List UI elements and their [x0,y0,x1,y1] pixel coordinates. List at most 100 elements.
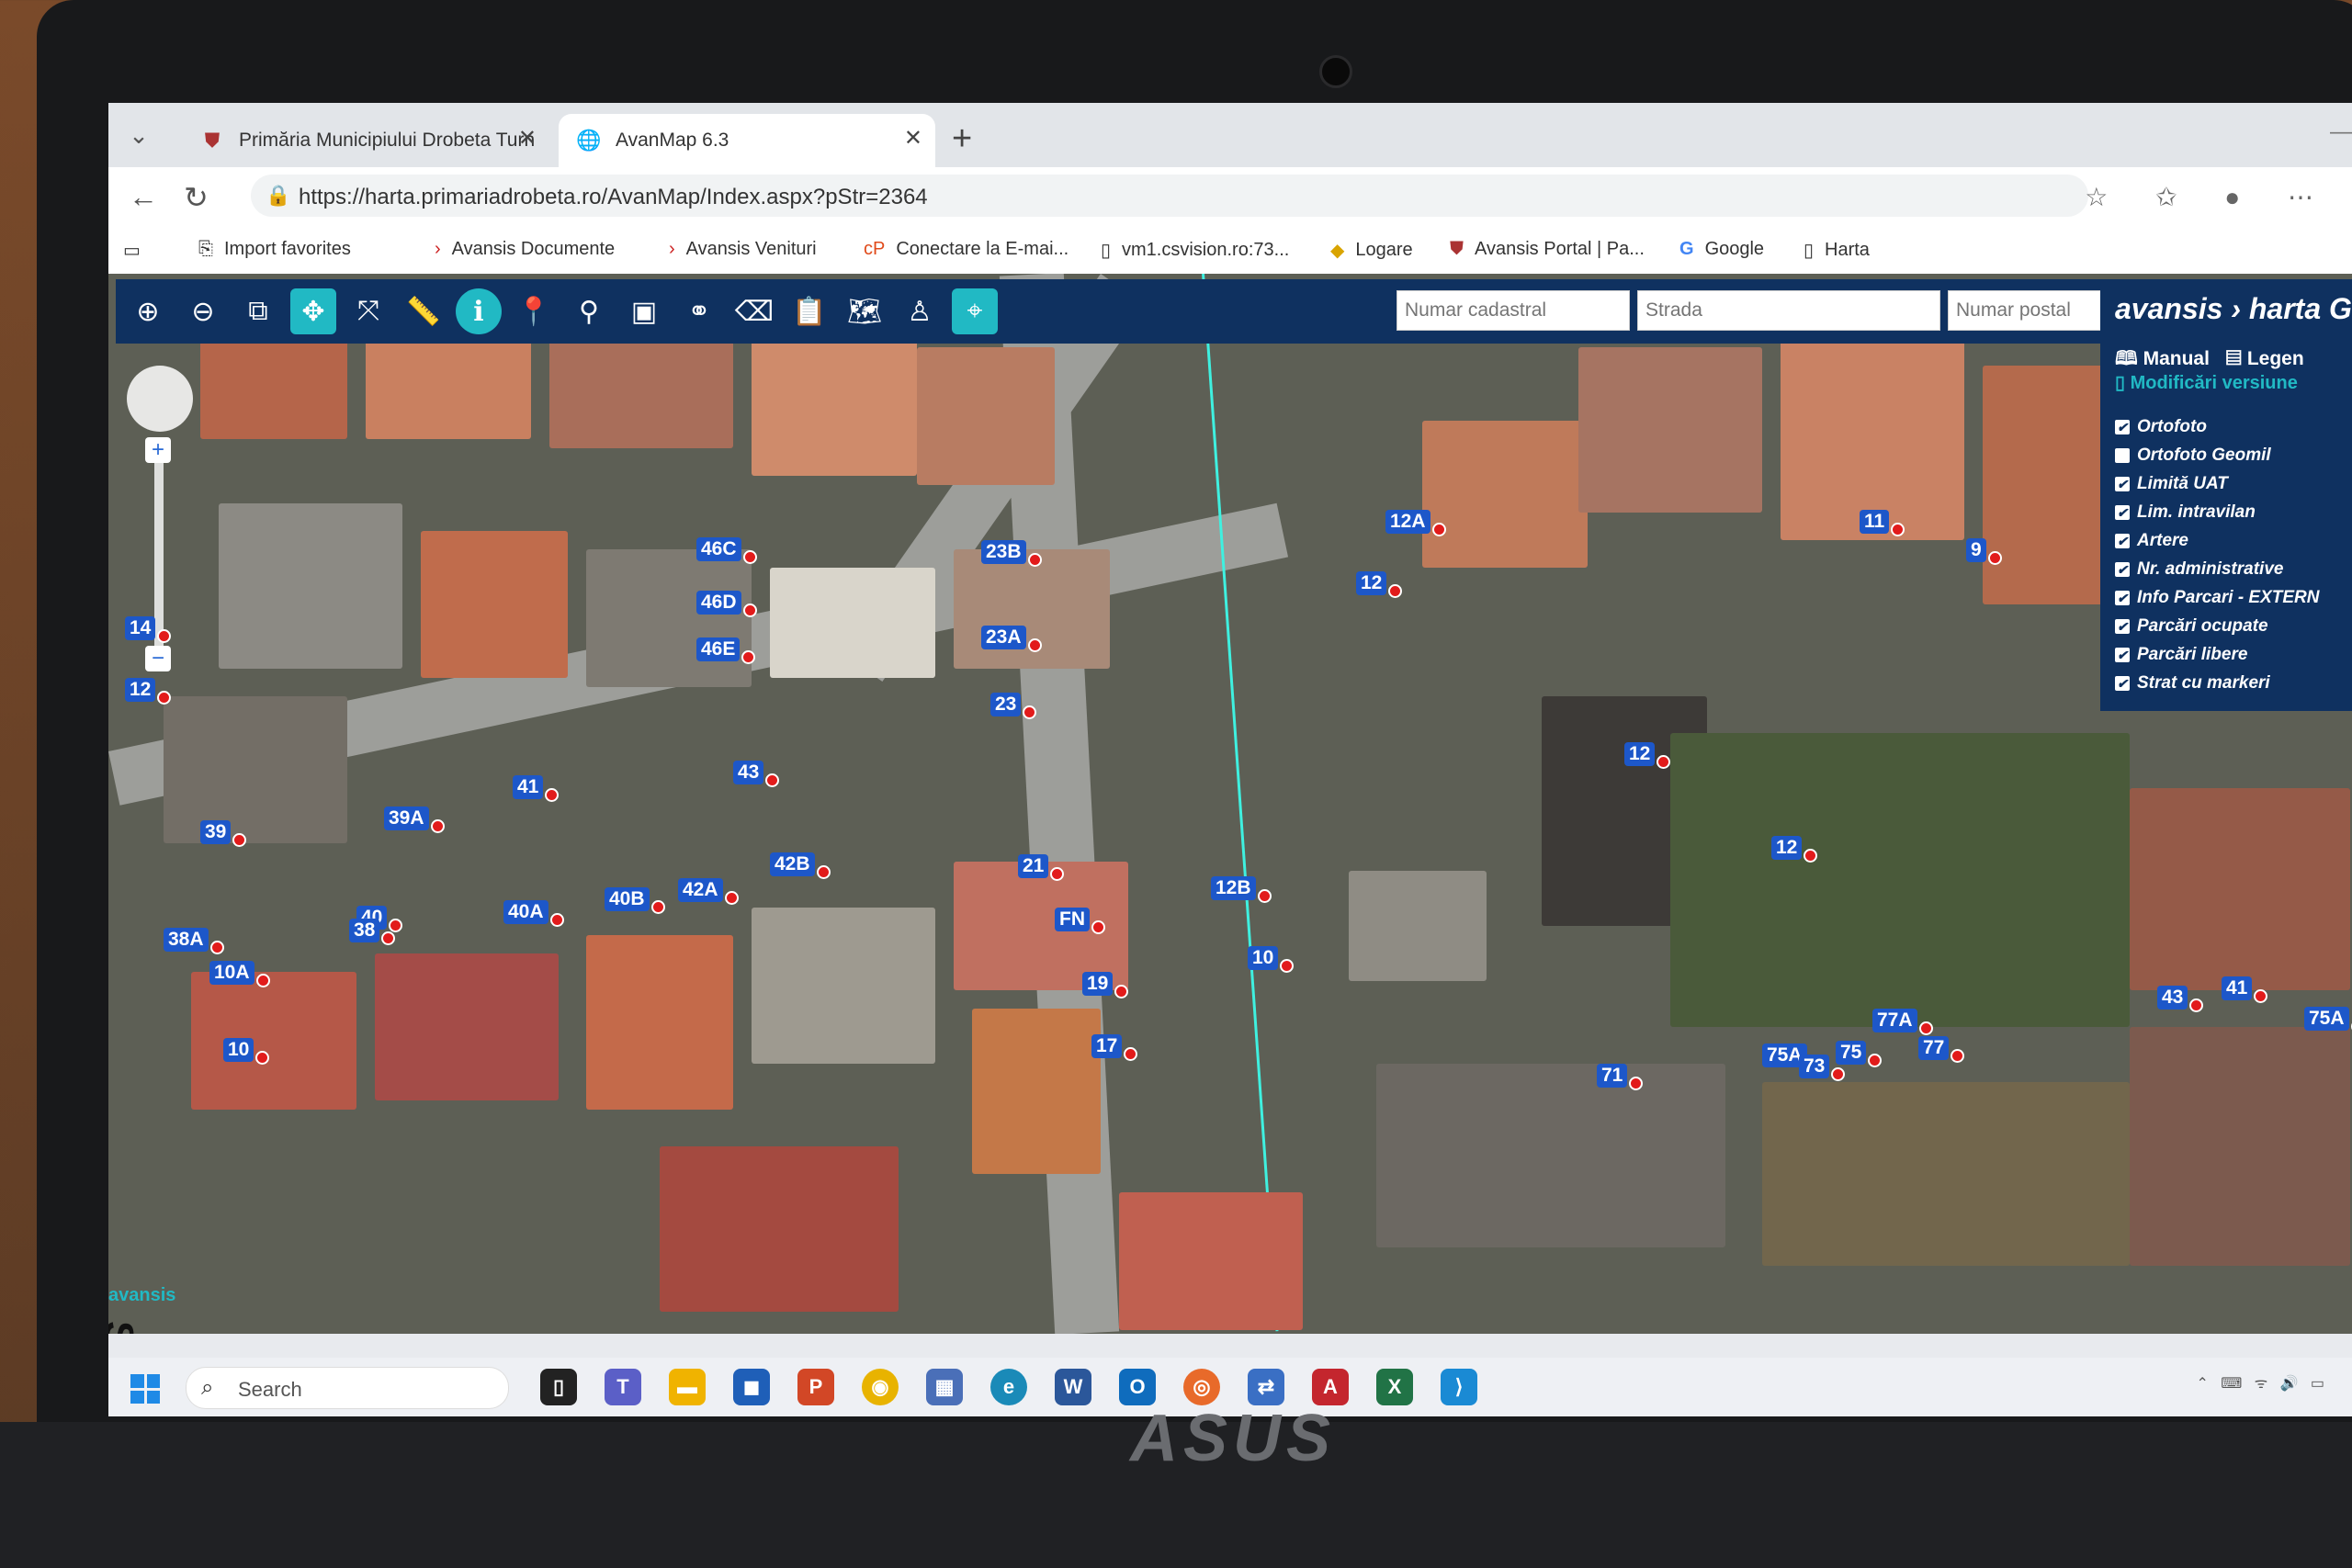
address-marker[interactable]: 17 [1091,1031,1138,1061]
locate-pin-icon[interactable]: ⚲ [566,288,612,334]
vscode-icon[interactable]: ⟩ [1441,1369,1477,1405]
info-icon[interactable]: ℹ [456,288,502,334]
windows-start-icon[interactable] [130,1374,160,1404]
clipboard-icon[interactable]: 📋 [786,288,832,334]
bookmark-email[interactable]: cP Conectare la E-mai... [864,239,1069,260]
checkbox[interactable]: ✔ [2115,676,2130,691]
address-marker[interactable]: 41 [2222,973,2268,1003]
full-extent-icon[interactable]: ⤧ [345,288,391,334]
eraser-icon[interactable]: ⌫ [731,288,777,334]
changes-link[interactable]: ▯ Modificări versiune [2115,371,2298,394]
checkbox[interactable]: ✔ [2115,648,2130,662]
street-view-icon[interactable]: ♙ [897,288,943,334]
zoom-minus-button[interactable]: − [145,646,171,671]
address-marker[interactable]: 12 [1624,739,1671,769]
edge-icon[interactable]: e [990,1369,1027,1405]
taskbar-search[interactable]: ⌕ Search [186,1367,509,1409]
map-image-icon[interactable]: ▣ [621,288,667,334]
excel-icon[interactable]: X [1376,1369,1413,1405]
layer-toggle[interactable]: ✔ Info Parcari - EXTERN [2115,588,2320,608]
layer-toggle[interactable]: ✔ Ortofoto [2115,417,2207,437]
tab-primaria[interactable]: ⛊ Primăria Municipiului Drobeta Turn ✕ [182,114,549,167]
tab-avanmap[interactable]: 🌐 AvanMap 6.3 ✕ [559,114,935,167]
address-marker[interactable]: 12 [1771,832,1818,863]
address-marker[interactable]: 39A [384,803,445,833]
address-marker[interactable]: 38 [349,915,396,945]
new-tab-icon[interactable]: + [952,119,972,159]
bookmark-harta[interactable]: ▯ Harta [1804,239,1870,262]
checkbox[interactable]: ✔ [2115,591,2130,605]
layer-toggle[interactable]: Ortofoto Geomil [2115,446,2271,466]
address-marker[interactable]: 43 [733,757,780,787]
layer-toggle[interactable]: ✔ Strat cu markeri [2115,673,2270,694]
layer-toggle[interactable]: ✔ Artere [2115,531,2188,551]
address-marker[interactable]: 12B [1211,873,1272,903]
pan-control[interactable] [127,366,193,432]
address-marker[interactable]: 42B [770,849,831,879]
system-tray[interactable]: ⌃ ⌨ ᯤ 🔊 ▭ [2197,1372,2325,1393]
url-field[interactable]: 🔒 https://harta.primariadrobeta.ro/AvanM… [251,175,2088,217]
address-marker[interactable]: 75A [2304,1003,2352,1033]
marker-icon[interactable]: 📍 [511,288,557,334]
close-tab-icon[interactable]: ✕ [904,125,922,152]
bookmark-logare[interactable]: ◆ Logare [1330,239,1413,262]
remote-icon[interactable]: ⇄ [1248,1369,1284,1405]
checkbox[interactable]: ✔ [2115,619,2130,634]
bookmark-vm1[interactable]: ▯ vm1.csvision.ro:73... [1101,239,1289,262]
address-marker[interactable]: 46D [696,587,757,617]
address-marker[interactable]: 11 [1860,506,1905,536]
bookmark-import[interactable]: ⎘ Import favorites [198,239,351,260]
address-marker[interactable]: 10 [223,1034,270,1065]
task-view-icon[interactable]: ▯ [540,1369,577,1405]
address-marker[interactable]: 43 [2157,982,2204,1012]
address-marker[interactable]: 12 [125,674,172,705]
layer-toggle[interactable]: ✔ Parcări libere [2115,645,2247,665]
zoom-out-icon[interactable]: ⊖ [180,288,226,334]
refresh-icon[interactable]: ↻ [184,180,209,215]
address-marker[interactable]: 12A [1385,506,1446,536]
address-marker[interactable]: 19 [1082,968,1129,998]
layer-toggle[interactable]: ✔ Limită UAT [2115,474,2228,494]
address-marker[interactable]: 46E [696,634,756,664]
address-marker[interactable]: 23A [981,622,1042,652]
address-marker[interactable]: 77A [1872,1005,1933,1035]
powerpoint-icon[interactable]: P [797,1369,834,1405]
gps-icon[interactable]: ⌖ [952,288,998,334]
chrome-icon[interactable]: ◉ [862,1369,899,1405]
teams-icon[interactable]: T [605,1369,641,1405]
measure-icon[interactable]: 📏 [401,288,447,334]
layer-toggle[interactable]: ✔ Lim. intravilan [2115,502,2256,523]
checkbox[interactable]: ✔ [2115,505,2130,520]
address-marker[interactable]: 40A [503,897,564,927]
binoculars-icon[interactable]: ⚭ [676,288,722,334]
bookmark-google[interactable]: G Google [1679,239,1764,260]
address-marker[interactable]: 40B [605,884,665,914]
map-book-icon[interactable]: 🗺 [842,288,888,334]
checkbox[interactable]: ✔ [2115,534,2130,548]
back-icon[interactable]: ← [129,180,158,214]
sidebar-toggle-icon[interactable]: ▭ [123,239,141,262]
street-input[interactable] [1637,290,1940,331]
address-marker[interactable]: 42A [678,874,739,905]
minimize-icon[interactable]: — [2330,119,2352,145]
address-marker[interactable]: 23B [981,536,1042,567]
map-canvas[interactable]: ⊕ ⊖ ⧉ ✥ ⤧ 📏 ℹ 📍 ⚲ ▣ ⚭ ⌫ 📋 🗺 ♙ ⌖ avansis … [108,274,2352,1334]
pan-icon[interactable]: ✥ [290,288,336,334]
layer-toggle[interactable]: ✔ Parcări ocupate [2115,616,2268,637]
save-icon[interactable]: ▦ [926,1369,963,1405]
address-marker[interactable]: 39 [200,817,247,847]
file-explorer-icon[interactable]: ▬ [669,1369,706,1405]
checkbox[interactable] [2115,448,2130,463]
address-marker[interactable]: 77 [1918,1032,1965,1063]
checkbox[interactable]: ✔ [2115,420,2130,434]
address-marker[interactable]: 71 [1597,1060,1644,1090]
outlook-icon[interactable]: O [1119,1369,1156,1405]
zoom-in-icon[interactable]: ⊕ [125,288,171,334]
lock-icon[interactable]: 🔒 [266,184,290,208]
address-marker[interactable]: 9 [1966,535,2002,565]
checkbox[interactable]: ✔ [2115,477,2130,491]
address-marker[interactable]: 10A [209,957,270,987]
layer-toggle[interactable]: ✔ Nr. administrative [2115,559,2283,580]
address-marker[interactable]: FN [1055,904,1105,934]
close-tab-icon[interactable]: ✕ [518,125,537,152]
